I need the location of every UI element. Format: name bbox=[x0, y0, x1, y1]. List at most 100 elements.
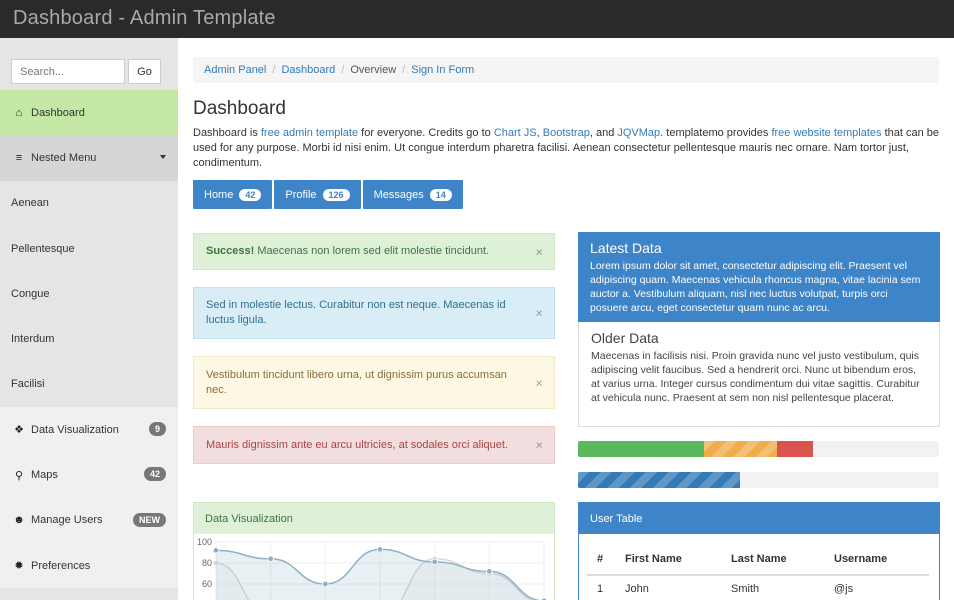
breadcrumb-separator: / bbox=[272, 64, 275, 76]
pill-messages[interactable]: Messages 14 bbox=[363, 180, 463, 209]
data-point bbox=[213, 548, 219, 554]
sidebar-subitem-pellentesque[interactable]: Pellentesque bbox=[0, 226, 178, 271]
sidebar-item-manage-users[interactable]: ☻ Manage Users NEW bbox=[0, 498, 178, 543]
sidebar-subitem-congue[interactable]: Congue bbox=[0, 271, 178, 316]
go-button[interactable]: Go bbox=[128, 59, 161, 84]
column-header: Username bbox=[824, 544, 929, 575]
close-icon[interactable]: × bbox=[535, 438, 543, 453]
line-chart: 100806040 bbox=[194, 534, 554, 600]
pill-count-badge: 42 bbox=[239, 189, 261, 201]
home-icon: ⌂ bbox=[12, 107, 26, 119]
latest-data-text: Lorem ipsum dolor sit amet, consectetur … bbox=[590, 259, 928, 315]
older-data-title: Older Data bbox=[591, 330, 927, 346]
y-tick-label: 60 bbox=[202, 579, 212, 589]
intro-text-part: for everyone. Credits go to bbox=[358, 127, 494, 139]
close-icon[interactable]: × bbox=[535, 375, 543, 390]
close-icon[interactable]: × bbox=[535, 306, 543, 321]
app-title: Dashboard - Admin Template bbox=[13, 7, 276, 30]
progress-fill bbox=[578, 472, 740, 488]
alert-warning: Vestibulum tincidunt libero urna, ut dig… bbox=[193, 356, 555, 409]
close-icon[interactable]: × bbox=[535, 244, 543, 259]
alert-danger: Mauris dignissim ante eu arcu ultricies,… bbox=[193, 426, 555, 464]
sidebar-subitem-aenean[interactable]: Aenean bbox=[0, 181, 178, 226]
breadcrumb-separator: / bbox=[341, 64, 344, 76]
older-data-item[interactable]: Older Data Maecenas in facilisis nisi. P… bbox=[578, 322, 940, 427]
new-badge: NEW bbox=[133, 513, 166, 527]
sidebar-item-label: Congue bbox=[11, 288, 50, 300]
sidebar: Go ⌂ Dashboard ≡ Nested Menu Aenean Pell… bbox=[0, 38, 178, 600]
latest-data-item[interactable]: Latest Data Lorem ipsum dolor sit amet, … bbox=[578, 232, 940, 322]
map-marker-icon: ⚲ bbox=[12, 469, 26, 482]
stacked-progress-bar bbox=[578, 441, 939, 457]
intro-text-part: Dashboard is bbox=[193, 127, 261, 139]
breadcrumb-separator: / bbox=[402, 64, 405, 76]
alert-message: Vestibulum tincidunt libero urna, ut dig… bbox=[206, 368, 542, 398]
alert-info: Sed in molestie lectus. Curabitur non es… bbox=[193, 287, 555, 339]
y-tick-label: 80 bbox=[202, 558, 212, 568]
pill-count-badge: 126 bbox=[323, 189, 350, 201]
sidebar-item-label: Facilisi bbox=[11, 378, 45, 390]
pill-count-badge: 14 bbox=[430, 189, 452, 201]
sidebar-item-maps[interactable]: ⚲ Maps 42 bbox=[0, 452, 178, 497]
latest-data-title: Latest Data bbox=[590, 240, 928, 256]
intro-text-part: , and bbox=[590, 127, 618, 139]
free-website-templates-link[interactable]: free website templates bbox=[771, 127, 881, 139]
column-header: Last Name bbox=[721, 544, 824, 575]
intro-text: Dashboard is free admin template for eve… bbox=[193, 126, 943, 171]
alert-success: Success! Maecenas non lorem sed elit mol… bbox=[193, 233, 555, 270]
bootstrap-link[interactable]: Bootstrap bbox=[543, 127, 590, 139]
jqvmap-link[interactable]: JQVMap bbox=[617, 127, 660, 139]
top-bar: Dashboard - Admin Template bbox=[0, 0, 954, 38]
database-icon: ≡ bbox=[12, 152, 26, 164]
data-point bbox=[377, 547, 383, 553]
breadcrumb-dashboard[interactable]: Dashboard bbox=[281, 64, 335, 76]
sidebar-item-label: Data Visualization bbox=[31, 424, 119, 436]
table-cell: @js bbox=[824, 575, 929, 600]
pill-profile[interactable]: Profile 126 bbox=[274, 180, 360, 209]
table-cell: John bbox=[615, 575, 721, 600]
sidebar-item-data-visualization[interactable]: ❖ Data Visualization 9 bbox=[0, 407, 178, 452]
search-input[interactable] bbox=[11, 59, 125, 84]
panel-heading: User Table bbox=[579, 503, 939, 534]
breadcrumb-overview: Overview bbox=[350, 64, 396, 76]
caret-down-icon bbox=[160, 155, 166, 159]
sidebar-subitem-facilisi[interactable]: Facilisi bbox=[0, 362, 178, 407]
older-data-text: Maecenas in facilisis nisi. Proin gravid… bbox=[591, 349, 927, 405]
data-point bbox=[323, 581, 329, 587]
data-point bbox=[432, 559, 438, 565]
alert-message: Mauris dignissim ante eu arcu ultricies,… bbox=[206, 438, 508, 453]
sidebar-nav: ⌂ Dashboard ≡ Nested Menu Aenean Pellent… bbox=[0, 90, 178, 588]
alert-message: Sed in molestie lectus. Curabitur non es… bbox=[206, 298, 542, 328]
pill-home[interactable]: Home 42 bbox=[193, 180, 272, 209]
users-icon: ☻ bbox=[12, 514, 26, 526]
panel-heading: Data Visualization bbox=[194, 503, 554, 534]
chart-js-link[interactable]: Chart JS bbox=[494, 127, 537, 139]
table-row: 1 John Smith @js bbox=[587, 575, 929, 600]
sidebar-item-dashboard[interactable]: ⌂ Dashboard bbox=[0, 90, 178, 135]
sidebar-item-label: Nested Menu bbox=[31, 152, 96, 164]
breadcrumb-sign-in-form[interactable]: Sign In Form bbox=[411, 64, 474, 76]
count-badge: 42 bbox=[144, 467, 166, 481]
sidebar-item-label: Maps bbox=[31, 469, 58, 481]
alert-text: Success! Maecenas non lorem sed elit mol… bbox=[206, 244, 489, 259]
page-title: Dashboard bbox=[193, 98, 286, 120]
data-visualization-panel: Data Visualization 100806040 bbox=[193, 502, 555, 600]
table-header-row: # First Name Last Name Username bbox=[587, 544, 929, 575]
user-table: # First Name Last Name Username 1 John S… bbox=[587, 544, 929, 600]
sidebar-item-label: Dashboard bbox=[31, 107, 85, 119]
sidebar-item-preferences[interactable]: ✹ Preferences bbox=[0, 543, 178, 588]
alert-strong-text: Success! bbox=[206, 245, 254, 257]
sidebar-subitem-interdum[interactable]: Interdum bbox=[0, 316, 178, 361]
sidebar-item-label: Pellentesque bbox=[11, 243, 75, 255]
sidebar-item-label: Manage Users bbox=[31, 514, 103, 526]
table-cell: Smith bbox=[721, 575, 824, 600]
free-admin-template-link[interactable]: free admin template bbox=[261, 127, 358, 139]
progress-segment-0 bbox=[578, 441, 704, 457]
column-header: # bbox=[587, 544, 615, 575]
pill-label: Home bbox=[204, 189, 233, 201]
sidebar-item-nested-menu[interactable]: ≡ Nested Menu bbox=[0, 135, 178, 180]
breadcrumb-admin-panel[interactable]: Admin Panel bbox=[204, 64, 266, 76]
pill-label: Profile bbox=[285, 189, 316, 201]
progress-segment-1 bbox=[704, 441, 776, 457]
data-list-group: Latest Data Lorem ipsum dolor sit amet, … bbox=[578, 232, 940, 427]
